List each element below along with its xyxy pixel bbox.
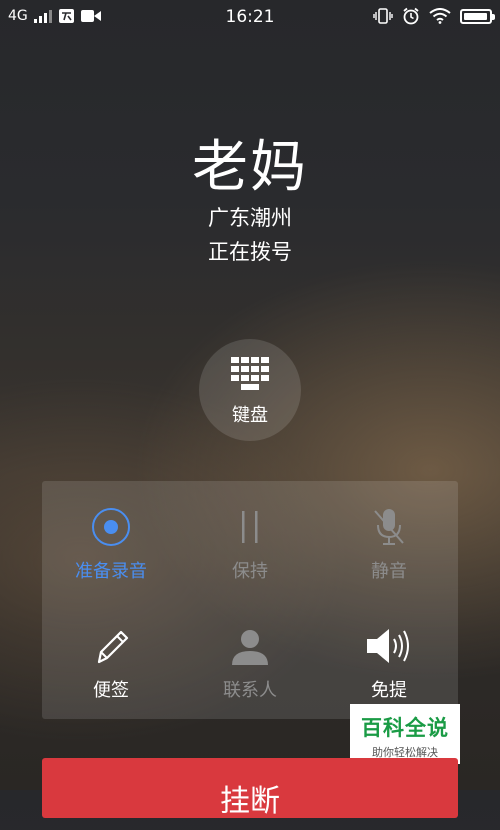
notes-button[interactable]: 便签 [42, 626, 180, 702]
vibrate-icon [373, 8, 393, 24]
call-status: 正在拨号 [208, 240, 292, 264]
speaker-icon [367, 629, 409, 663]
contacts-label: 联系人 [223, 680, 277, 701]
pencil-icon [97, 630, 129, 664]
hangup-button[interactable]: 挂断 [42, 758, 458, 819]
keypad-label: 键盘 [232, 405, 268, 426]
contacts-button[interactable]: 联系人 [181, 626, 319, 702]
hangup-label: 挂断 [220, 784, 280, 819]
status-right [373, 7, 495, 25]
pause-icon [242, 511, 258, 543]
alarm-icon [403, 7, 419, 25]
call-controls-panel: 准备录音 保持 静音 便签 联系人 免提 [42, 481, 458, 719]
speaker-label: 免提 [371, 680, 407, 701]
status-bar: 4G 16:21 [0, 0, 500, 36]
caller-location: 广东潮州 [208, 206, 292, 230]
keypad-button[interactable]: 键盘 [199, 339, 301, 441]
mute-button[interactable]: 静音 [320, 507, 458, 583]
wifi-icon [429, 8, 451, 24]
watermark-title: 百科全说 [361, 716, 449, 740]
hold-label: 保持 [232, 561, 268, 582]
notes-label: 便签 [93, 680, 129, 701]
record-button[interactable]: 准备录音 [42, 507, 180, 583]
speaker-button[interactable]: 免提 [320, 626, 458, 702]
mute-label: 静音 [371, 561, 407, 582]
caller-name: 老妈 [192, 135, 308, 200]
record-icon [92, 508, 130, 546]
person-icon [232, 630, 268, 665]
dialpad-icon [231, 357, 269, 390]
record-label: 准备录音 [75, 561, 147, 582]
mic-off-icon [374, 509, 404, 545]
watermark-logo: 百科全说 助你轻松解决 [350, 704, 460, 764]
hold-button[interactable]: 保持 [181, 507, 319, 583]
battery-icon [460, 8, 495, 24]
